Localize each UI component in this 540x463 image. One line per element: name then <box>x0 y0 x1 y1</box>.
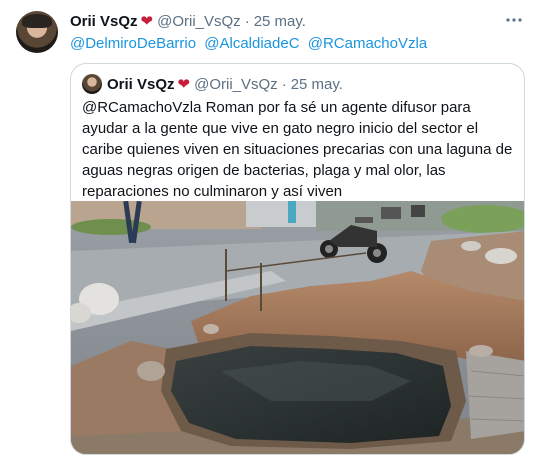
heart-emoji-icon: ❤ <box>140 13 154 30</box>
separator-dot: · <box>281 75 287 93</box>
quoted-author-avatar <box>82 74 102 94</box>
tweet-card[interactable]: Orii VsQz ❤ @Orii_VsQz · 25 may. @Delmir… <box>0 0 540 463</box>
tweet-photo[interactable] <box>71 201 525 455</box>
author-name[interactable]: Orii VsQz <box>70 13 138 30</box>
heart-emoji-icon: ❤ <box>177 76 191 93</box>
quoted-tweet-text: @RCamachoVzla Roman por fa sé un agente … <box>82 99 513 200</box>
quoted-author-name: Orii VsQz <box>107 75 175 93</box>
author-handle[interactable]: @Orii_VsQz <box>157 13 241 30</box>
mention-link[interactable]: @DelmiroDeBarrio <box>70 35 196 52</box>
tweet-date[interactable]: 25 may. <box>254 13 306 30</box>
author-avatar[interactable] <box>16 11 58 53</box>
quoted-tweet-header: Orii VsQz ❤ @Orii_VsQz · 25 may. <box>107 75 343 94</box>
mention-link[interactable]: @RCamachoVzla <box>308 35 427 52</box>
mentions-line: @DelmiroDeBarrio @AlcaldiadeC @RCamachoV… <box>70 35 431 52</box>
quoted-tweet[interactable]: Orii VsQz ❤ @Orii_VsQz · 25 may. @RCamac… <box>70 63 525 455</box>
tweet-header: Orii VsQz ❤ @Orii_VsQz · 25 may. <box>70 12 500 31</box>
mention-link[interactable]: @AlcaldiadeC <box>204 35 299 52</box>
quoted-tweet-date: 25 may. <box>290 75 343 93</box>
more-options-icon[interactable] <box>504 10 524 30</box>
quoted-author-handle: @Orii_VsQz <box>194 75 278 93</box>
separator-dot: · <box>244 12 250 30</box>
